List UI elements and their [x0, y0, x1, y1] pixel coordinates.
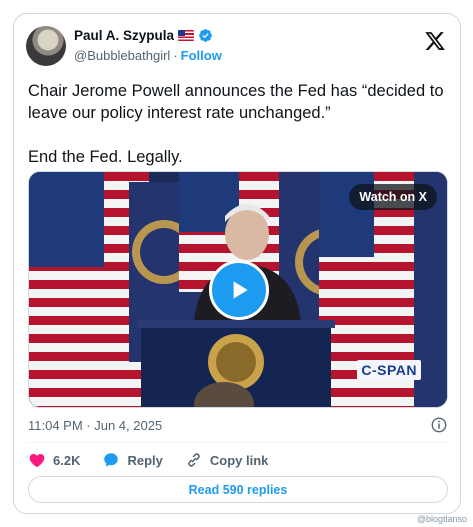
heart-icon: [29, 454, 45, 468]
handle-separator: ·: [173, 48, 178, 63]
author-name-row: Paul A. Szypula: [74, 28, 213, 43]
tweet-card: Paul A. Szypula @Bubblebathgirl · Follow…: [13, 13, 461, 514]
like-count: 6.2K: [53, 452, 81, 468]
read-replies-button[interactable]: Read 590 replies: [28, 476, 448, 503]
link-icon: [188, 453, 200, 467]
author-handle[interactable]: @Bubblebathgirl: [74, 48, 170, 63]
follow-button[interactable]: Follow: [181, 48, 222, 63]
watermark: @blogtlanso: [416, 514, 467, 524]
broadcaster-logo: C-SPAN: [357, 360, 421, 380]
reply-label: Reply: [127, 452, 163, 468]
like-button[interactable]: 6.2K: [28, 451, 80, 469]
timestamp-row: 11:04 PM · Jun 4, 2025: [28, 416, 448, 436]
watch-on-x-button[interactable]: Watch on X: [349, 184, 437, 210]
copy-link-label: Copy link: [209, 452, 269, 468]
video-player[interactable]: Watch on X C-SPAN: [28, 171, 448, 408]
info-icon[interactable]: [430, 416, 448, 434]
tweet-timestamp[interactable]: 11:04 PM · Jun 4, 2025: [28, 418, 162, 433]
play-icon: [233, 281, 248, 299]
reply-bubble-icon: [104, 453, 119, 467]
play-button[interactable]: [209, 260, 269, 320]
copy-link-button[interactable]: Copy link: [185, 451, 269, 469]
action-bar: 6.2K Reply Copy link: [28, 448, 448, 472]
author-handle-row: @Bubblebathgirl · Follow: [74, 48, 222, 63]
verified-badge-icon: [199, 29, 212, 42]
tweet-paragraph: Chair Jerome Powell announces the Fed ha…: [28, 82, 444, 122]
tweet-paragraph: End the Fed. Legally.: [28, 148, 183, 166]
reply-button[interactable]: Reply: [102, 451, 163, 469]
author-name[interactable]: Paul A. Szypula: [74, 28, 174, 43]
x-logo-icon[interactable]: [424, 30, 446, 52]
divider: [28, 442, 446, 443]
tweet-header: Paul A. Szypula @Bubblebathgirl · Follow: [26, 26, 448, 70]
us-flag-icon: [178, 30, 195, 41]
author-avatar[interactable]: [26, 26, 66, 66]
